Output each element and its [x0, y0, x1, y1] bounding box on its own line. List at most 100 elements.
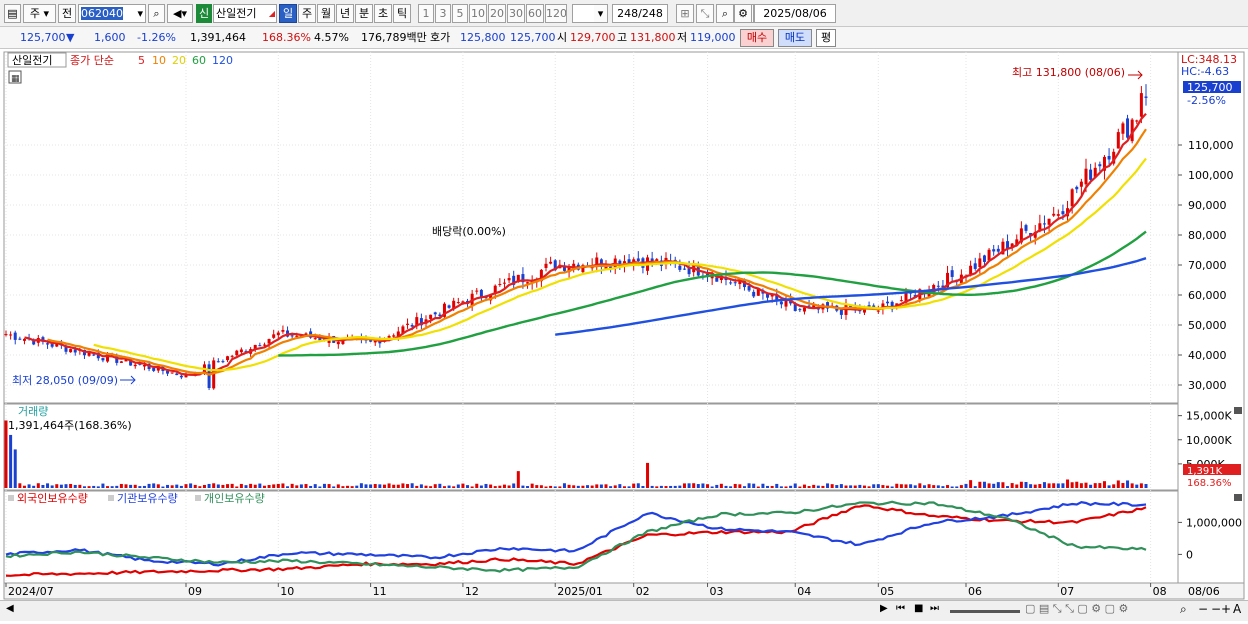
volume-bar	[493, 486, 497, 488]
panel-settings-glyph: ▦	[11, 74, 20, 84]
interval-button-5[interactable]: 5	[452, 4, 468, 23]
rewind-icon[interactable]: ⏮	[896, 603, 905, 614]
volume-bar	[886, 485, 890, 488]
volume-bar	[55, 484, 59, 488]
volume-bar	[13, 449, 17, 488]
volume-bar	[129, 484, 133, 488]
volume-bar	[1139, 483, 1143, 488]
search-icon[interactable]: ⌕	[148, 4, 165, 23]
x-tick-label: 11	[373, 585, 387, 598]
scroll-right-icon[interactable]: ▶	[880, 603, 888, 614]
chart-svg[interactable]: 산일전기 종가 단순 5 10 20 60 120 ▦ 최고 131,800 (…	[0, 50, 1248, 621]
zoom-in-icon[interactable]: +	[1221, 602, 1231, 616]
volume-bar	[364, 484, 368, 488]
stock-name: 산일전기 ◢	[213, 4, 277, 23]
font-size-icon[interactable]: A	[1233, 602, 1241, 616]
volume-bar	[659, 485, 663, 488]
candle-body	[987, 249, 991, 261]
holding-series-1-label: 외국인보유수량	[17, 492, 88, 505]
candle-body	[498, 283, 502, 285]
interval-button-30[interactable]: 30	[507, 4, 525, 23]
volume-bar	[516, 471, 520, 488]
candle-body	[433, 312, 437, 315]
volume-bar	[770, 485, 774, 488]
period-button-3[interactable]: 년	[336, 4, 354, 23]
scroll-left-icon[interactable]: ◀	[6, 603, 14, 614]
gear-icon[interactable]: ⚙	[734, 4, 752, 23]
candle-body	[410, 325, 414, 327]
volume-bar	[927, 484, 931, 488]
volume-bar	[918, 483, 922, 488]
interval-button-10[interactable]: 10	[469, 4, 487, 23]
fast-forward-icon[interactable]: ⏭	[930, 603, 939, 614]
market-select[interactable]: 주 ▾	[23, 4, 56, 23]
volume-bar	[226, 484, 230, 488]
volume-bar	[433, 484, 437, 488]
interval-button-60[interactable]: 60	[526, 4, 544, 23]
volume-bar	[92, 485, 96, 488]
volume-bar	[27, 484, 31, 488]
interval-button-1[interactable]: 1	[418, 4, 434, 23]
volume-bar	[553, 486, 557, 488]
volume-bar	[359, 483, 363, 488]
prev-button[interactable]: 전	[58, 4, 76, 23]
candle-body	[1056, 214, 1060, 216]
volume-bar	[572, 485, 576, 488]
credit-badge-label: 신	[198, 7, 210, 20]
candle-body	[1075, 186, 1079, 190]
period-button-1[interactable]: 주	[298, 4, 316, 23]
zoom-dash-icon[interactable]: −	[1211, 602, 1221, 616]
chevron-down-icon[interactable]: ▾	[594, 4, 608, 23]
period-button-2[interactable]: 월	[317, 4, 335, 23]
volume-bar	[1089, 484, 1093, 488]
candle-body	[502, 282, 506, 284]
stock-code-input[interactable]: 062040 ▾	[78, 4, 146, 23]
volume-bar	[779, 486, 783, 488]
volume-bar	[701, 483, 705, 488]
zoom-slider[interactable]	[950, 610, 1020, 613]
chart-area[interactable]: 산일전기 종가 단순 5 10 20 60 120 ▦ 최고 131,800 (…	[0, 50, 1248, 621]
speaker-icon[interactable]: ◀▾	[167, 4, 193, 23]
period-button-5[interactable]: 초	[374, 4, 392, 23]
volume-bar	[507, 485, 511, 488]
volume-bar	[202, 484, 206, 488]
volume-bar	[1079, 483, 1083, 488]
volume-panel-close-icon[interactable]	[1234, 407, 1242, 414]
zoom-out-icon[interactable]: −	[1198, 602, 1208, 616]
line-tool-icon[interactable]: ⤡	[696, 4, 714, 23]
period-button-6[interactable]: 틱	[393, 4, 411, 23]
grid-icon[interactable]: ⊞	[676, 4, 694, 23]
ma-label-10: 10	[152, 54, 166, 67]
period-button-0[interactable]: 일	[279, 4, 297, 23]
volume-ratio: 168.36%	[262, 31, 311, 44]
volume-bar	[853, 485, 857, 488]
zoom-icon[interactable]: ⌕	[716, 4, 734, 23]
period-button-4[interactable]: 분	[355, 4, 373, 23]
interval-button-20[interactable]: 20	[488, 4, 506, 23]
holding-panel-close-icon[interactable]	[1234, 494, 1242, 501]
volume-bar	[424, 485, 428, 488]
eval-button[interactable]: 평	[816, 29, 836, 47]
count-display[interactable]: 248/248	[612, 4, 668, 23]
volume-bar	[22, 485, 26, 488]
volume-bar	[687, 483, 691, 488]
zoom-icon[interactable]: ⌕	[1180, 602, 1187, 617]
volume-bar	[198, 486, 202, 488]
tool-icons[interactable]: ▢ ▤ ⤡ ⤡ ▢ ⚙ ▢ ⚙	[1025, 602, 1128, 616]
interval-button-3[interactable]: 3	[435, 4, 451, 23]
x-tick-label: 09	[188, 585, 202, 598]
stop-icon[interactable]: ■	[914, 603, 923, 614]
interval-button-120[interactable]: 120	[545, 4, 567, 23]
candle-body	[46, 343, 50, 345]
date-input[interactable]: 2025/08/06	[754, 4, 836, 23]
volume-bar	[876, 484, 880, 488]
candle-body	[1135, 120, 1139, 122]
holding-series-1-marker	[8, 495, 14, 501]
sell-button[interactable]: 매도	[778, 29, 812, 47]
chart-menu-icon[interactable]: ▤	[4, 4, 21, 23]
volume-bar	[784, 486, 788, 488]
volume-bar	[373, 484, 377, 488]
x-tick-label: 08	[1153, 585, 1167, 598]
buy-button[interactable]: 매수	[740, 29, 774, 47]
chevron-down-icon[interactable]: ▾	[137, 5, 143, 22]
